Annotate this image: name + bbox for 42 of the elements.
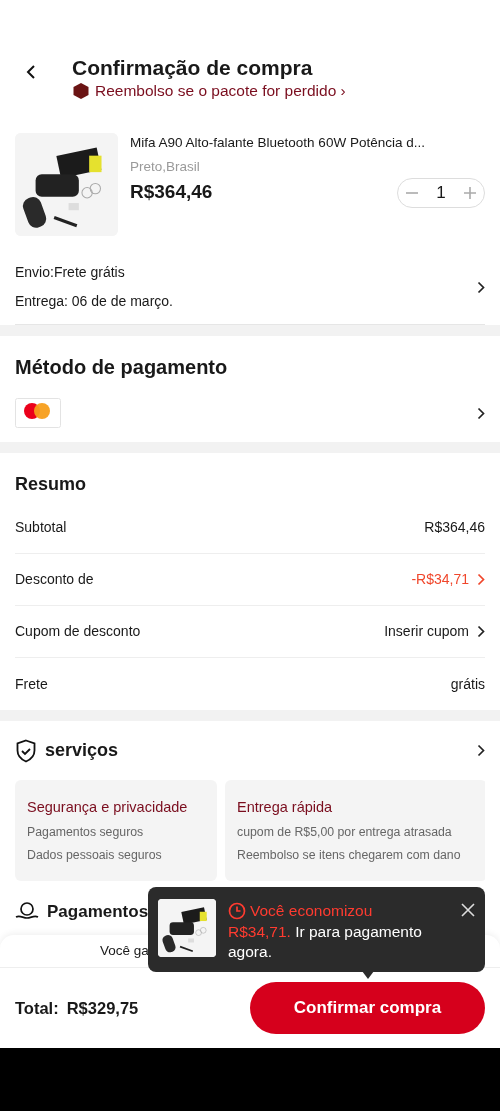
service-title: Entrega rápida (237, 798, 334, 817)
product-variant: Preto,Brasil (130, 158, 201, 177)
chevron-icon[interactable] (477, 744, 485, 757)
service-feature: Dados pessoais seguros (27, 847, 163, 864)
tooltip-title: Você economizou (250, 901, 373, 921)
tooltip-message[interactable]: R$34,71. Ir para pagamento agora. (228, 922, 443, 963)
refund-link[interactable]: Reembolso se o pacote for perdido › (95, 79, 346, 103)
section-title: Pagamentos (47, 900, 149, 923)
chevron-icon[interactable] (477, 625, 485, 638)
summary-label: Cupom de desconto (15, 622, 141, 641)
package-icon (72, 81, 90, 100)
shield-check-icon (15, 738, 37, 763)
chevron-icon[interactable] (477, 280, 485, 294)
quantity-value: 1 (436, 181, 446, 204)
page-title: Confirmação de compra (72, 56, 314, 80)
product-title[interactable]: Mifa A90 Alto-falante Bluetooth 60W Potência d... (130, 133, 485, 154)
section-title: serviços (45, 739, 119, 762)
summary-value[interactable]: Inserir cupom (384, 621, 469, 642)
credits-text: Você ga (100, 941, 149, 960)
back-icon[interactable] (26, 64, 36, 80)
service-feature: Pagamentos seguros (27, 824, 145, 841)
clock-icon (228, 901, 246, 920)
section-title: Resumo (15, 473, 87, 496)
chevron-icon[interactable] (477, 406, 485, 420)
summary-label: Subtotal (15, 518, 67, 537)
service-feature: cupom de R$5,00 por entrega atrasada (237, 824, 453, 841)
confirm-purchase-button[interactable]: Confirmar compra (250, 982, 485, 1034)
service-feature: Reembolso se itens chegarem com dano (237, 847, 462, 864)
delivery-date: Entrega: 06 de de março. (15, 292, 173, 311)
total-value: R$329,75 (66, 997, 139, 1019)
section-title: Método de pagamento (15, 355, 229, 380)
summary-value: R$364,46 (424, 518, 485, 537)
summary-value: grátis (450, 674, 485, 694)
product-price: R$364,46 (130, 180, 213, 205)
total-label: Total: (15, 997, 59, 1019)
summary-value[interactable]: -R$34,71 (411, 569, 469, 590)
summary-label: Frete (15, 674, 48, 694)
shipping-method: Envio:Frete grátis (15, 263, 126, 282)
close-icon[interactable] (461, 903, 475, 917)
service-title: Segurança e privacidade (27, 798, 189, 817)
summary-label: Desconto de (15, 570, 94, 589)
card-logo-icon[interactable] (15, 398, 61, 428)
